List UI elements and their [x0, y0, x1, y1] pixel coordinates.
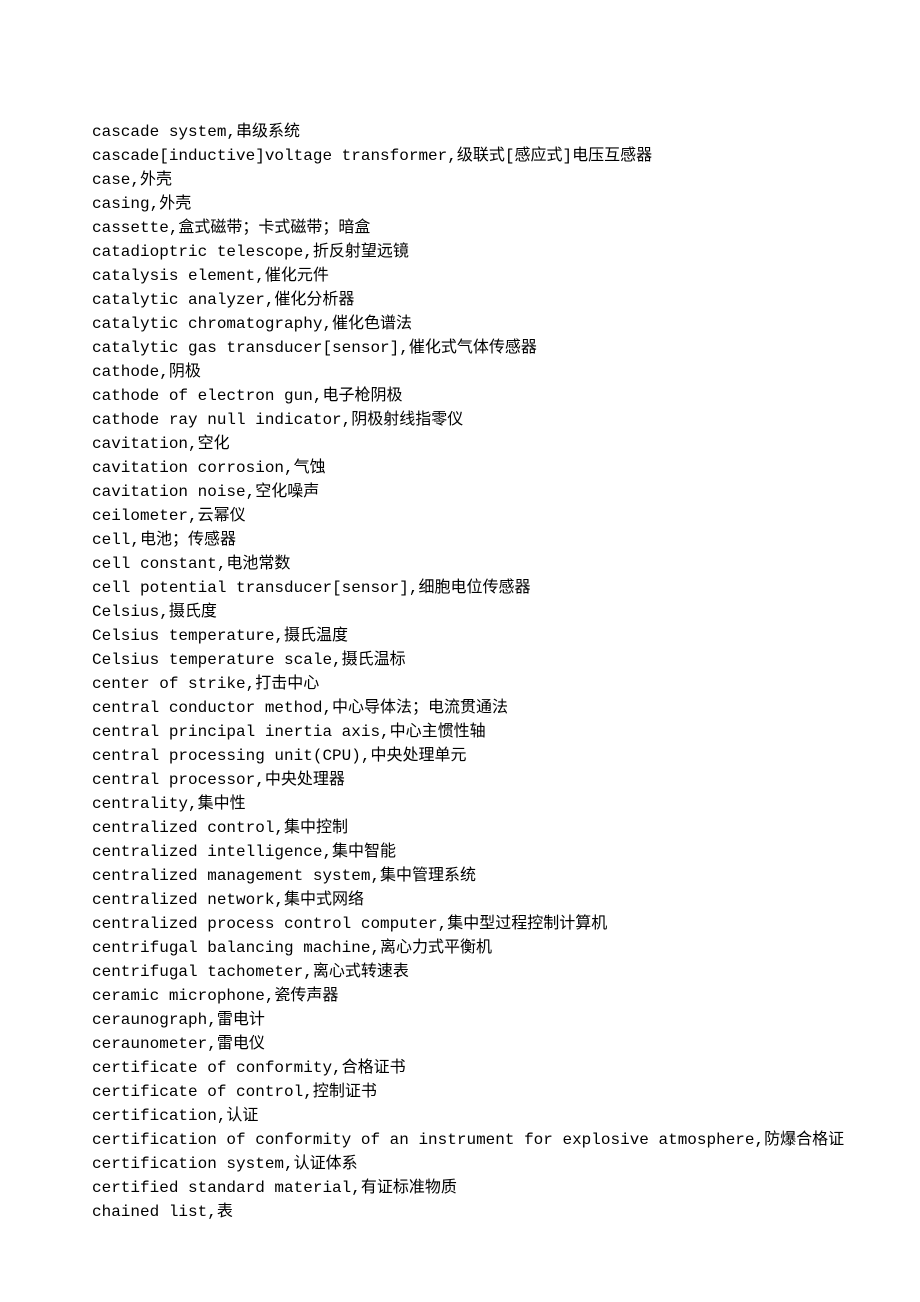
glossary-entry: Celsius,摄氏度 — [60, 600, 860, 624]
glossary-entry: certificate of conformity,合格证书 — [60, 1056, 860, 1080]
glossary-entry: ceraunograph,雷电计 — [60, 1008, 860, 1032]
glossary-entry: catadioptric telescope,折反射望远镜 — [60, 240, 860, 264]
glossary-entry: catalytic gas transducer[sensor],催化式气体传感… — [60, 336, 860, 360]
glossary-entry: certificate of control,控制证书 — [60, 1080, 860, 1104]
glossary-entry: central principal inertia axis,中心主惯性轴 — [60, 720, 860, 744]
glossary-entry: cell,电池；传感器 — [60, 528, 860, 552]
glossary-entry: certification of conformity of an instru… — [60, 1128, 860, 1152]
glossary-entry: catalysis element,催化元件 — [60, 264, 860, 288]
glossary-entry: centrality,集中性 — [60, 792, 860, 816]
glossary-entry: catalytic analyzer,催化分析器 — [60, 288, 860, 312]
glossary-entry: cascade system,串级系统 — [60, 120, 860, 144]
glossary-entry: central conductor method,中心导体法；电流贯通法 — [60, 696, 860, 720]
glossary-entry: cell constant,电池常数 — [60, 552, 860, 576]
glossary-entry: certification,认证 — [60, 1104, 860, 1128]
glossary-entry: centralized network,集中式网络 — [60, 888, 860, 912]
glossary-entry: center of strike,打击中心 — [60, 672, 860, 696]
document-page: cascade system,串级系统cascade[inductive]vol… — [0, 0, 920, 1284]
glossary-entry: ceramic microphone,瓷传声器 — [60, 984, 860, 1008]
glossary-entry: case,外壳 — [60, 168, 860, 192]
glossary-entry: cell potential transducer[sensor],细胞电位传感… — [60, 576, 860, 600]
glossary-entry: cavitation,空化 — [60, 432, 860, 456]
glossary-entry: cathode of electron gun,电子枪阴极 — [60, 384, 860, 408]
glossary-entry: centralized management system,集中管理系统 — [60, 864, 860, 888]
glossary-entry: cascade[inductive]voltage transformer,级联… — [60, 144, 860, 168]
glossary-entry: ceraunometer,雷电仪 — [60, 1032, 860, 1056]
glossary-entry: cavitation corrosion,气蚀 — [60, 456, 860, 480]
glossary-entry: catalytic chromatography,催化色谱法 — [60, 312, 860, 336]
glossary-entry: cathode ray null indicator,阴极射线指零仪 — [60, 408, 860, 432]
glossary-entry: central processor,中央处理器 — [60, 768, 860, 792]
glossary-entry: centrifugal balancing machine,离心力式平衡机 — [60, 936, 860, 960]
glossary-entry: certified standard material,有证标准物质 — [60, 1176, 860, 1200]
glossary-entry: centrifugal tachometer,离心式转速表 — [60, 960, 860, 984]
glossary-entry: ceilometer,云幂仪 — [60, 504, 860, 528]
glossary-list: cascade system,串级系统cascade[inductive]vol… — [60, 120, 860, 1224]
glossary-entry: Celsius temperature,摄氏温度 — [60, 624, 860, 648]
glossary-entry: certification system,认证体系 — [60, 1152, 860, 1176]
glossary-entry: casing,外壳 — [60, 192, 860, 216]
glossary-entry: centralized control,集中控制 — [60, 816, 860, 840]
glossary-entry: cathode,阴极 — [60, 360, 860, 384]
glossary-entry: cassette,盒式磁带；卡式磁带；暗盒 — [60, 216, 860, 240]
glossary-entry: centralized process control computer,集中型… — [60, 912, 860, 936]
glossary-entry: cavitation noise,空化噪声 — [60, 480, 860, 504]
glossary-entry: centralized intelligence,集中智能 — [60, 840, 860, 864]
glossary-entry: Celsius temperature scale,摄氏温标 — [60, 648, 860, 672]
glossary-entry: chained list,表 — [60, 1200, 860, 1224]
glossary-entry: central processing unit(CPU),中央处理单元 — [60, 744, 860, 768]
